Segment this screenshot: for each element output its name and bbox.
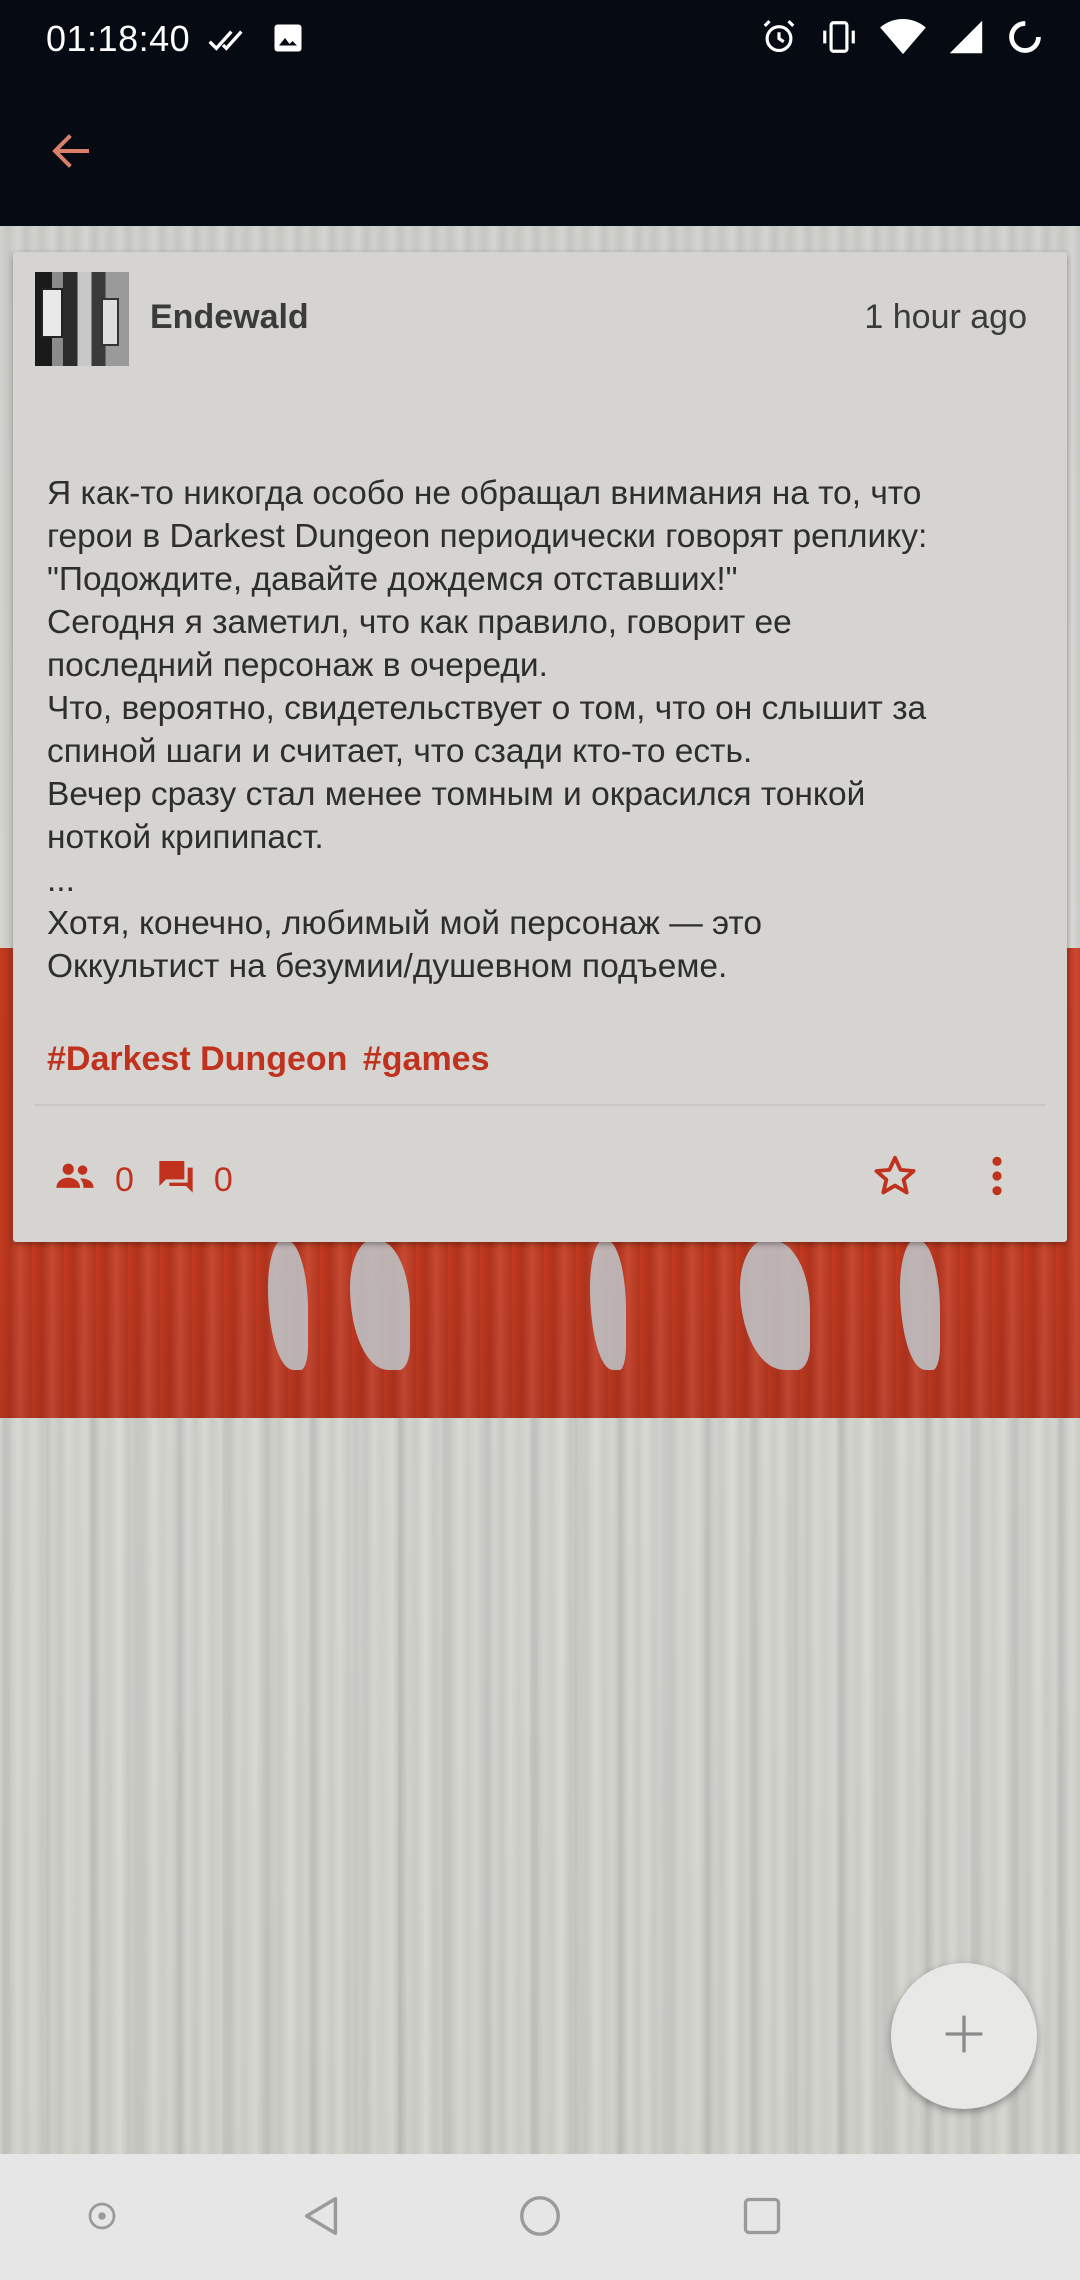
post-line: герои в Darkest Dungeon периодически гов… bbox=[47, 518, 928, 555]
alarm-icon bbox=[760, 18, 798, 61]
post-line: спиной шаги и считает, что сзади кто-то … bbox=[47, 733, 753, 770]
comment-icon bbox=[156, 1156, 196, 1205]
comment-count: 0 bbox=[213, 1160, 233, 1199]
post-line: "Подождите, давайте дождемся отставших!" bbox=[47, 561, 738, 598]
more-vertical-icon bbox=[991, 1154, 1003, 1203]
reshare-count: 0 bbox=[115, 1160, 134, 1199]
recents-square-icon bbox=[740, 2194, 784, 2243]
nav-home-button[interactable] bbox=[512, 2190, 568, 2246]
assist-icon bbox=[84, 2198, 120, 2239]
star-outline-icon bbox=[872, 1153, 918, 1204]
star-button[interactable] bbox=[865, 1148, 925, 1208]
plus-icon bbox=[942, 2012, 986, 2061]
post-line: Я как-то никогда особо не обращал вниман… bbox=[47, 475, 922, 512]
new-post-fab[interactable] bbox=[891, 1963, 1037, 2109]
status-time: 01:18:40 bbox=[46, 18, 191, 59]
post-line: последний персонаж в очереди. bbox=[47, 647, 548, 684]
wifi-icon bbox=[880, 18, 926, 61]
tag-games[interactable]: #games bbox=[363, 1040, 490, 1078]
status-bar: 01:18:40 bbox=[0, 0, 1080, 78]
post-tags: #Darkest Dungeon #games bbox=[47, 1040, 496, 1079]
post-line: Что, вероятно, свидетельствует о том, чт… bbox=[47, 690, 927, 727]
post-line: ... bbox=[47, 862, 75, 899]
post-line: Хотя, конечно, любимый мой персонаж — эт… bbox=[47, 905, 762, 942]
more-options-button[interactable] bbox=[967, 1148, 1027, 1208]
home-circle-icon bbox=[517, 2193, 563, 2244]
vibrate-icon bbox=[820, 18, 858, 61]
back-button[interactable] bbox=[36, 118, 106, 188]
double-check-icon bbox=[208, 20, 248, 60]
system-navigation-bar bbox=[0, 2154, 1080, 2280]
top-app-bar bbox=[0, 78, 1080, 226]
post-line: ноткой крипипаст. bbox=[47, 819, 324, 856]
signal-icon bbox=[948, 18, 984, 61]
post-line: Оккультист на безумии/душевном подъеме. bbox=[47, 948, 728, 985]
assist-button[interactable] bbox=[74, 2190, 130, 2246]
avatar[interactable] bbox=[35, 272, 129, 366]
card-divider bbox=[35, 1104, 1045, 1106]
post-line: Вечер сразу стал менее томным и окрасилс… bbox=[47, 776, 866, 813]
back-triangle-icon bbox=[299, 2193, 345, 2244]
tag-darkest-dungeon[interactable]: #Darkest Dungeon bbox=[47, 1040, 347, 1078]
post-card: Endewald 1 hour ago Я как-то никогда осо… bbox=[13, 252, 1067, 1242]
loading-circle-icon bbox=[1006, 18, 1044, 61]
post-line: Сегодня я заметил, что как правило, гово… bbox=[47, 604, 792, 641]
post-actions: 0 0 bbox=[53, 1150, 255, 1210]
reshares-button[interactable]: 0 bbox=[53, 1158, 156, 1203]
author-name[interactable]: Endewald bbox=[150, 298, 309, 337]
people-icon bbox=[53, 1158, 97, 1203]
post-body: Я как-то никогда особо не обращал вниман… bbox=[47, 472, 1047, 988]
arrow-left-icon bbox=[47, 127, 95, 180]
nav-recents-button[interactable] bbox=[734, 2190, 790, 2246]
post-time[interactable]: 1 hour ago bbox=[864, 298, 1027, 337]
comments-button[interactable]: 0 bbox=[156, 1156, 255, 1205]
nav-back-button[interactable] bbox=[294, 2190, 350, 2246]
image-icon bbox=[270, 20, 306, 60]
